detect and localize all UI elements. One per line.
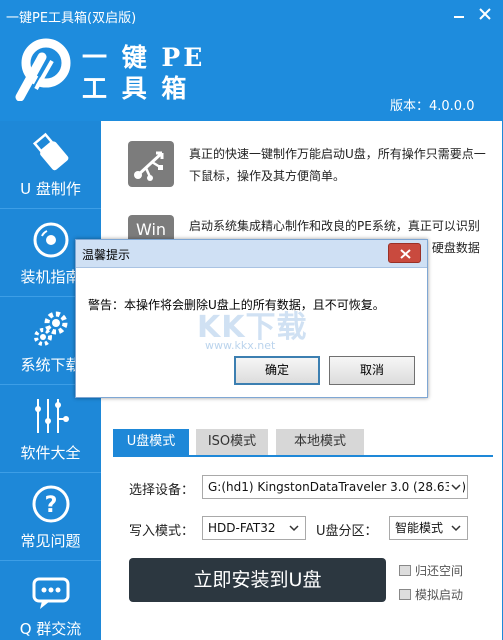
window-title: 一键PE工具箱(双启版) [6,11,137,26]
usb-icon [128,141,174,187]
tab-iso-mode[interactable]: ISO模式 [196,429,268,455]
dialog-title: 温馨提示 [82,248,131,262]
partition-label: U盘分区： [316,524,378,539]
device-select[interactable]: G:(hd1) KingstonDataTraveler 3.0 (28.63G… [202,475,468,499]
close-window-button[interactable] [474,4,496,24]
tab-local-mode[interactable]: 本地模式 [276,429,364,455]
usb-icon [32,132,69,171]
sidebar-item-label: U 盘制作 [20,180,81,198]
device-select-value: G:(hd1) KingstonDataTraveler 3.0 (28.63G… [208,480,467,494]
chevron-down-icon [289,525,299,532]
write-mode-label: 写入模式： [129,524,195,539]
sidebar-item-label: Q 群交流 [19,620,82,638]
cancel-button[interactable]: 取消 [329,356,415,385]
restore-space-option[interactable]: 归还空间 [399,562,463,579]
logo-text-line2: 工 具 箱 [82,74,190,103]
write-mode-select[interactable]: HDD-FAT32 [202,516,306,540]
restore-space-checkbox[interactable] [399,565,411,576]
chevron-down-icon [449,480,463,494]
question-icon: ? [32,485,70,523]
app-header: 一键PE工具箱(双启版) 一 键 PE 工 具 箱 版本：4.0.0.0 [0,0,503,121]
sidebar-item-usb-maker[interactable]: U 盘制作 [0,121,101,209]
minimize-icon [454,16,464,18]
close-icon [479,8,491,20]
restore-space-label: 归还空间 [415,564,464,578]
feature-description: 真正的快速一键制作万能启动U盘，所有操作只需要点一下鼠标，操作及其方便简单。 [189,147,486,183]
partition-select[interactable]: 智能模式 [389,516,468,540]
circuit-icon [35,399,69,433]
tab-underline [113,455,493,457]
simulate-boot-checkbox[interactable] [399,589,411,600]
minimize-button[interactable] [448,4,470,24]
install-to-usb-button[interactable]: 立即安装到U盘 [129,558,386,602]
simulate-boot-option[interactable]: 模拟启动 [399,586,463,603]
sidebar-item-software[interactable]: 软件大全 [0,385,101,473]
close-icon [400,249,411,259]
ok-button[interactable]: 确定 [234,356,320,385]
write-mode-value: HDD-FAT32 [208,521,276,535]
device-label: 选择设备： [129,483,195,498]
sidebar-item-qq-group[interactable]: Q 群交流 [0,561,101,640]
simulate-boot-label: 模拟启动 [415,588,464,602]
chevron-down-icon [451,525,461,532]
chat-icon [32,577,70,609]
watermark-url: www.kkx.net [205,339,276,352]
sidebar-item-faq[interactable]: ? 常见问题 [0,473,101,561]
tab-usb-mode[interactable]: U盘模式 [113,429,189,455]
dialog-close-button[interactable] [388,243,421,263]
sidebar-item-label: 软件大全 [20,444,81,462]
version-label: 版本：4.0.0.0 [390,99,475,114]
dialog-titlebar[interactable]: 温馨提示 [76,240,427,268]
svg-text:?: ? [45,493,58,518]
disc-icon [33,222,69,258]
app-logo [12,37,76,102]
partition-value: 智能模式 [395,521,444,535]
sidebar-item-label: 常见问题 [20,532,81,550]
gears-icon [34,311,68,346]
